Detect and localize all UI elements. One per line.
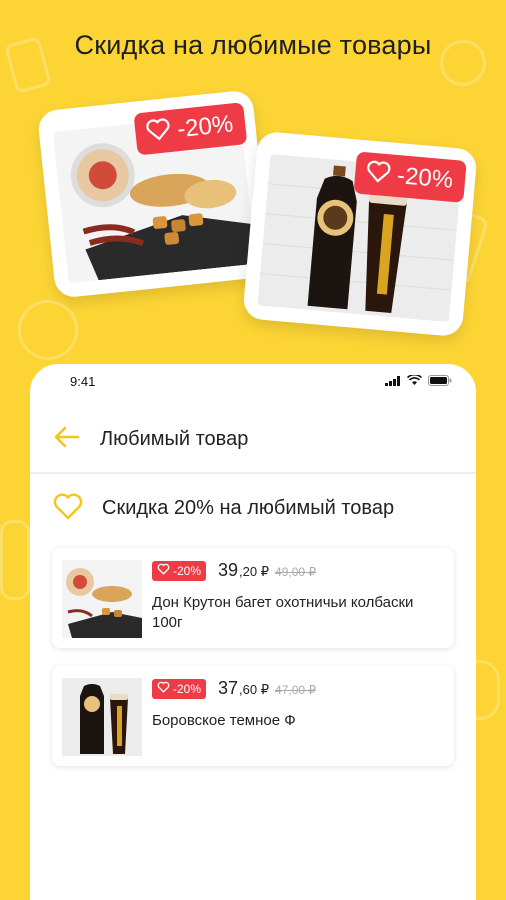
- product-card[interactable]: -20% 37 ,60 ₽ 47,00 ₽ Боровское темное Ф: [52, 666, 454, 766]
- discount-label: -20%: [396, 162, 455, 194]
- discount-badge: -20%: [152, 678, 207, 699]
- bg-doodle: [0, 520, 30, 600]
- discount-label: -20%: [173, 563, 202, 578]
- price-current: 39: [218, 560, 239, 580]
- heart-icon: [157, 681, 170, 696]
- product-thumbnail: [62, 678, 142, 756]
- discount-label: -20%: [175, 110, 235, 144]
- section-title: Скидка 20% на любимый товар: [102, 496, 395, 519]
- wifi-icon: [406, 373, 423, 389]
- product-card[interactable]: -20% 39 ,20 ₽ 49,00 ₽ Дон Крутон багет о…: [52, 548, 454, 648]
- price-old: 47,00 ₽: [275, 683, 317, 697]
- heart-icon: [52, 491, 84, 526]
- section-header: Скидка 20% на любимый товар: [52, 488, 462, 528]
- promo-card-snacks: -20%: [36, 89, 272, 299]
- arrow-left-icon[interactable]: [54, 426, 80, 453]
- heart-icon: [144, 115, 173, 149]
- product-thumbnail: [62, 560, 142, 638]
- promo-card-beer: -20%: [242, 130, 478, 338]
- product-name: Дон Крутон багет охотничьи колбаски 100г: [152, 594, 414, 631]
- heart-icon: [157, 563, 170, 578]
- promo-headline: Скидка на любимые товары: [74, 30, 432, 60]
- battery-icon: [428, 374, 452, 389]
- page-title: Любимый товар: [100, 427, 249, 450]
- status-bar: 9:41: [30, 364, 476, 398]
- phone-mockup: 9:41 Любимый товар Скидка 20% на любимый…: [30, 364, 476, 900]
- product-name: Боровское темное Ф: [152, 712, 296, 729]
- price-current: 37: [218, 678, 239, 698]
- status-time: 9:41: [70, 373, 96, 389]
- heart-icon: [364, 158, 393, 191]
- price-fraction: ,20 ₽: [239, 564, 270, 579]
- signal-icon: [385, 374, 401, 389]
- bg-doodle: [18, 300, 78, 360]
- discount-badge: -20%: [152, 560, 207, 581]
- price-fraction: ,60 ₽: [239, 682, 270, 697]
- app-bar: Любимый товар: [30, 406, 476, 474]
- status-icons: [385, 373, 452, 389]
- price-old: 49,00 ₽: [275, 565, 317, 579]
- discount-label: -20%: [173, 681, 202, 696]
